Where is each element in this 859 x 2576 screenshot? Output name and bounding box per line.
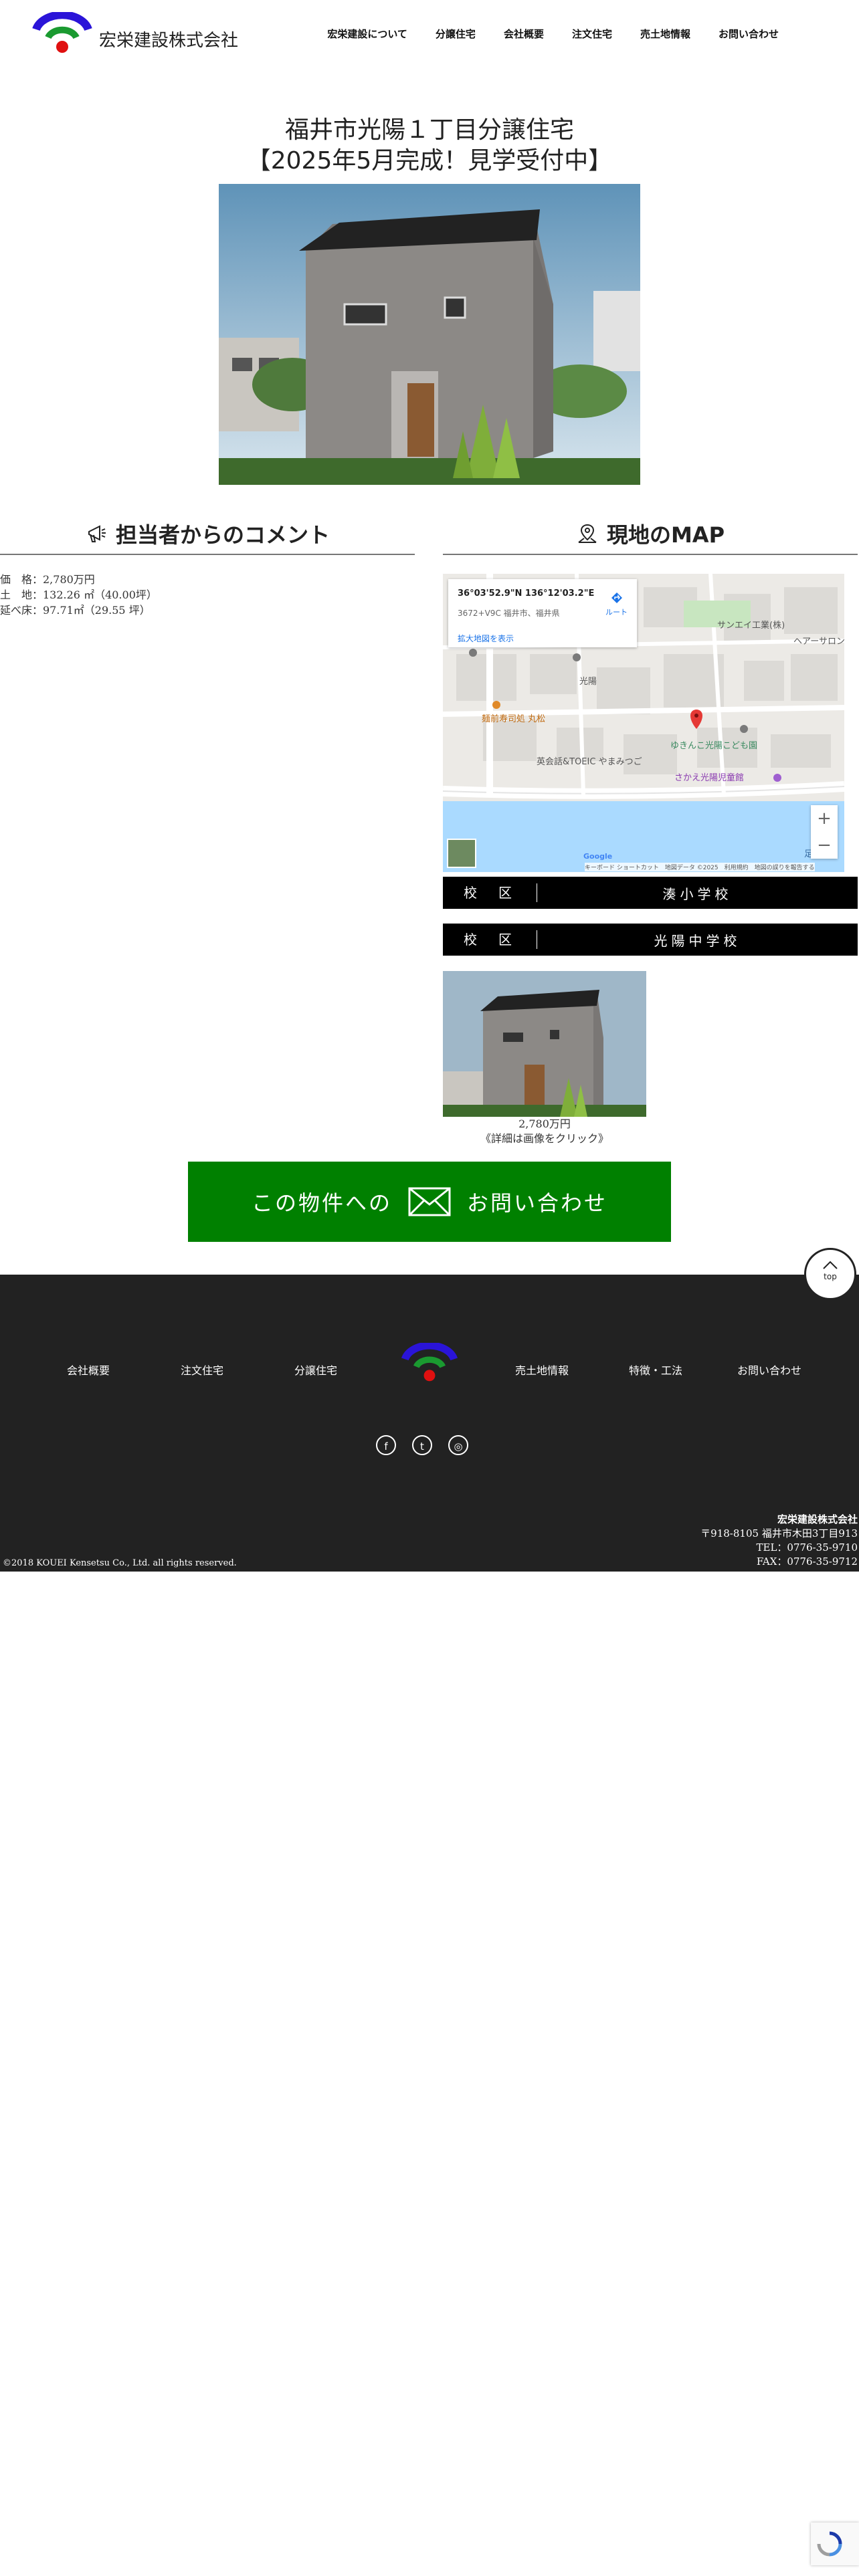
google-map[interactable]: 光陽 ゆきんこ光陽こども園 さかえ光陽児童館 サンエイ工業(株) 麺前寿司処 丸… (443, 574, 844, 872)
footer-nav-company[interactable]: 会社概要 (67, 1362, 110, 1378)
footer-nav-features[interactable]: 特徴・工法 (629, 1362, 682, 1378)
map-label-eikaiwa: 英会話&TOEIC やまみつご (537, 757, 642, 767)
school-value: 湊小学校 (662, 885, 733, 902)
logo-mark-icon (32, 11, 92, 53)
footer-nav-custom-home[interactable]: 注文住宅 (181, 1362, 223, 1378)
map-plus-code: 3672+V9C 福井市、福井県 (458, 609, 560, 618)
school-key: 校 区 (443, 883, 537, 902)
google-logo: Google (583, 852, 613, 861)
company-logo[interactable]: 宏栄建設株式会社 (32, 11, 238, 56)
main-nav: 宏栄建設について 分譲住宅 会社概要 注文住宅 売土地情報 お問い合わせ (327, 27, 779, 41)
map-pin-icon (578, 524, 597, 543)
page-title: 福井市光陽１丁目分譲住宅 【2025年5月完成！見学受付中】 (0, 115, 859, 177)
map-label-jidokan: さかえ光陽児童館 (674, 773, 745, 783)
company-tel: TEL：0776-35-9710 (756, 1541, 858, 1553)
cta-left-text: この物件への (251, 1190, 392, 1216)
school-key: 校 区 (443, 930, 537, 949)
title-line-1: 福井市光陽１丁目分譲住宅 (284, 116, 574, 144)
logo-text: 宏栄建設株式会社 (99, 31, 239, 51)
instagram-icon[interactable]: ◎ (448, 1435, 468, 1455)
comment-heading: 担当者からのコメント (0, 514, 415, 555)
mail-icon (408, 1187, 451, 1216)
recaptcha-badge[interactable] (811, 2523, 859, 2565)
school-row-junior-high: 校 区 光陽中学校 (443, 924, 858, 956)
nav-bunjo[interactable]: 分譲住宅 (436, 27, 476, 41)
property-hero-image (219, 184, 640, 485)
map-label-koyo: 光陽 (579, 677, 597, 687)
nav-contact[interactable]: お問い合わせ (719, 27, 779, 41)
spec-floor: 延べ床：97.71㎡（29.55 坪） (0, 604, 151, 617)
route-label: ルート (605, 608, 628, 617)
nav-custom-home[interactable]: 注文住宅 (572, 27, 612, 41)
contact-cta-button[interactable]: この物件への お問い合わせ (188, 1162, 671, 1242)
map-info-card: 36°03'52.9"N 136°12'03.2"E 3672+V9C 福井市、… (448, 579, 637, 647)
site-footer: 会社概要 注文住宅 分譲住宅 売土地情報 特徴・工法 お問い合わせ f t ◎ … (0, 1275, 859, 1572)
enlarge-map-link[interactable]: 拡大地図を表示 (458, 633, 514, 644)
map-label-sushi: 麺前寿司処 丸松 (482, 714, 546, 724)
company-info: 宏栄建設株式会社 〒918-8105 福井市木田3丁目913 TEL：0776-… (700, 1513, 858, 1569)
zoom-out-button[interactable]: − (811, 832, 838, 859)
map-heading: 現地のMAP (443, 514, 858, 555)
map-label-hair: ヘアーサロン (793, 637, 844, 647)
footer-logo-icon[interactable] (400, 1343, 459, 1384)
back-to-top-label: top (824, 1272, 837, 1281)
spec-land: 土 地：132.26 ㎡（40.00坪） (0, 588, 157, 601)
back-to-top-button[interactable]: top (804, 1248, 856, 1300)
footer-nav-bunjo[interactable]: 分譲住宅 (294, 1362, 337, 1378)
school-row-elementary: 校 区 湊小学校 (443, 877, 858, 909)
facebook-icon[interactable]: f (376, 1435, 396, 1455)
company-address: 〒918-8105 福井市木田3丁目913 (700, 1527, 858, 1539)
company-fax: FAX：0776-35-9712 (756, 1555, 858, 1568)
listing-thumbnail[interactable] (443, 971, 646, 1117)
recaptcha-icon (817, 2531, 842, 2557)
listing-price: 2,780万円 (518, 1117, 571, 1130)
route-button[interactable]: ルート (605, 591, 628, 617)
footer-nav-contact[interactable]: お問い合わせ (737, 1362, 801, 1378)
cta-right-text: お問い合わせ (467, 1190, 608, 1216)
map-footer: キーボード ショートカット 地図データ ©2025 利用規約 地図の誤りを報告す… (585, 863, 815, 871)
twitter-icon[interactable]: t (412, 1435, 432, 1455)
nav-about[interactable]: 宏栄建設について (327, 27, 407, 41)
spec-price: 価 格：2,780万円 (0, 573, 95, 586)
comment-heading-text: 担当者からのコメント (115, 522, 330, 548)
nav-company[interactable]: 会社概要 (504, 27, 544, 41)
site-header: 宏栄建設株式会社 宏栄建設について 分譲住宅 会社概要 注文住宅 売土地情報 お… (0, 0, 859, 74)
zoom-in-button[interactable]: + (811, 805, 838, 832)
listing-caption: 2,780万円 《詳細は画像をクリック》 (443, 1117, 646, 1146)
chevron-up-icon (823, 1261, 838, 1269)
map-coordinates: 36°03'52.9"N 136°12'03.2"E (458, 588, 595, 599)
nav-land[interactable]: 売土地情報 (640, 27, 690, 41)
map-type-toggle[interactable] (447, 839, 476, 868)
map-heading-text: 現地のMAP (606, 522, 725, 548)
map-label-sanei: サンエイ工業(株) (717, 621, 785, 631)
company-name: 宏栄建設株式会社 (777, 1513, 858, 1525)
copyright: ©2018 KOUEI Kensetsu Co., Ltd. all right… (3, 1558, 237, 1568)
listing-note: 《詳細は画像をクリック》 (480, 1132, 609, 1145)
footer-nav-land[interactable]: 売土地情報 (515, 1362, 569, 1378)
property-specs: 価 格：2,780万円 土 地：132.26 ㎡（40.00坪） 延べ床：97.… (0, 572, 157, 618)
map-zoom-control: + − (811, 805, 838, 859)
megaphone-icon (88, 525, 106, 542)
map-label-kodomoen: ゆきんこ光陽こども園 (670, 741, 758, 751)
directions-icon (611, 593, 622, 603)
school-value: 光陽中学校 (654, 932, 741, 949)
title-line-2: 【2025年5月完成！見学受付中】 (246, 147, 613, 175)
